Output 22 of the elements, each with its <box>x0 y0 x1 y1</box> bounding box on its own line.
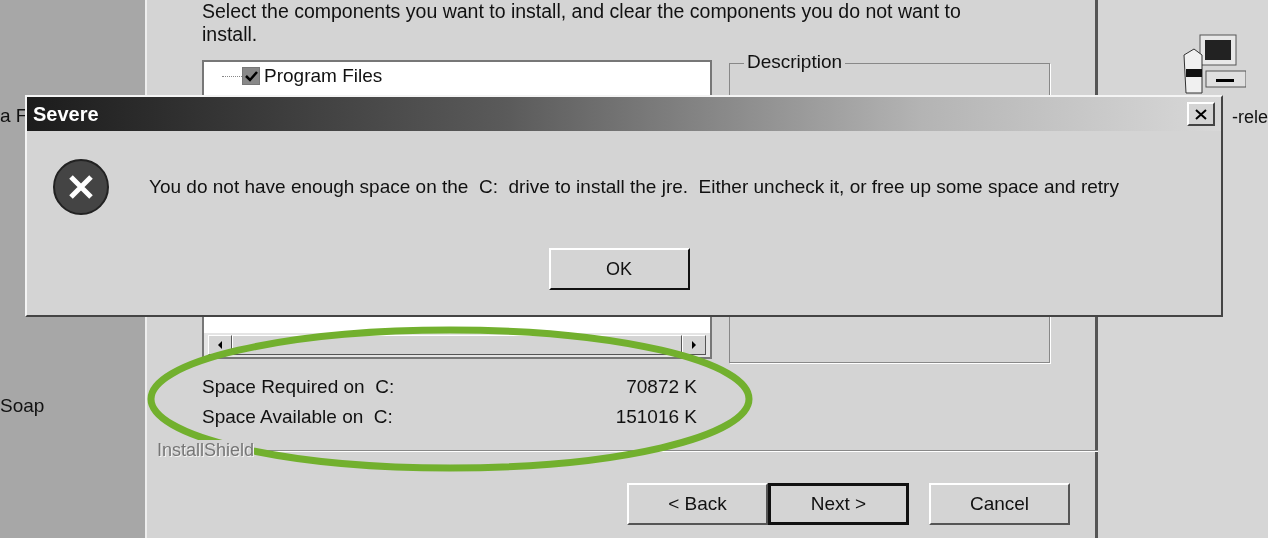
dialog-title: Severe <box>33 102 99 126</box>
close-button[interactable] <box>1187 102 1215 126</box>
close-icon <box>1195 108 1207 120</box>
checkmark-icon <box>244 69 258 83</box>
error-icon <box>51 157 111 217</box>
component-label[interactable]: Program Files <box>264 65 383 87</box>
back-button[interactable]: < Back <box>627 483 768 525</box>
ok-button[interactable]: OK <box>548 248 690 290</box>
left-arrow-icon <box>216 340 224 350</box>
checkbox[interactable] <box>242 67 260 85</box>
desktop-icon-label[interactable]: Soap <box>0 395 145 417</box>
space-label: Space Required on C: <box>202 376 395 398</box>
cancel-button[interactable]: Cancel <box>929 483 1070 525</box>
scroll-right-button[interactable] <box>682 335 706 355</box>
right-arrow-icon <box>690 340 698 350</box>
space-value: 70872 K <box>626 376 697 398</box>
space-label: Space Available on C: <box>202 406 393 428</box>
next-button[interactable]: Next > <box>768 483 909 525</box>
desktop-icon-label[interactable]: -rele <box>1232 107 1268 128</box>
error-message: You do not have enough space on the C: drive to install the jre. Either uncheck it, or free up some space and retry <box>149 176 1119 198</box>
instruction-text: Select the components you want to install, and clear the components you do not want to install. <box>202 0 962 46</box>
space-value: 151016 K <box>615 406 697 428</box>
